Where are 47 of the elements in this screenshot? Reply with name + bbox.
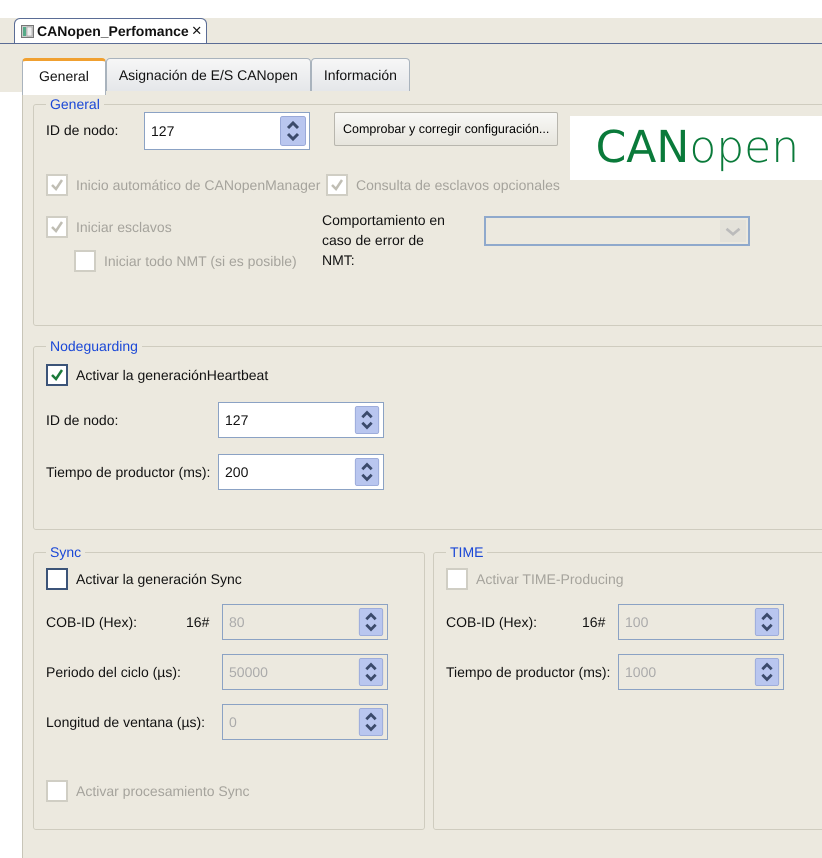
spin-button[interactable]	[354, 406, 380, 434]
checkbox-label: Inicio automático de CANopenManager	[76, 177, 320, 193]
checkbox[interactable]	[46, 364, 68, 386]
group-title: TIME	[449, 544, 484, 560]
spin-button[interactable]	[358, 658, 384, 686]
spin-button[interactable]	[754, 608, 780, 636]
field-label: Periodo del ciclo (µs):	[46, 664, 182, 680]
field-label: Comportamiento en caso de error de NMT:	[322, 211, 446, 270]
close-button[interactable]: ×	[192, 22, 202, 40]
spin-button[interactable]	[280, 116, 306, 146]
checkbox-label: Activar la generación Sync	[76, 571, 242, 587]
field-label: COB-ID (Hex):	[46, 614, 138, 630]
spin-button[interactable]	[358, 608, 384, 636]
hex-prefix: 16#	[186, 614, 210, 630]
checkmark-icon	[49, 177, 65, 193]
tab[interactable]: Información	[310, 58, 410, 91]
spin-button[interactable]	[358, 708, 384, 736]
spin-button[interactable]	[754, 658, 780, 686]
checkbox-label: Activar la generaciónHeartbeat	[76, 367, 268, 383]
device-icon	[21, 24, 34, 38]
checkbox[interactable]	[46, 568, 68, 590]
spin-button[interactable]	[354, 458, 380, 486]
document-tab[interactable]: CANopen_Perfomance ×	[14, 18, 207, 43]
tab[interactable]: Asignación de E/S CANopen	[106, 58, 311, 91]
field-label: COB-ID (Hex):	[446, 614, 538, 630]
field-label: ID de nodo:	[46, 121, 120, 138]
checkmark-icon	[49, 219, 65, 235]
checkbox-label: Iniciar esclavos	[76, 219, 172, 235]
checkbox-label: Iniciar todo NMT (si es posible)	[104, 253, 297, 269]
checkmark-icon	[329, 177, 345, 193]
field-label: Tiempo de productor (ms):	[46, 464, 212, 480]
group-title: Nodeguarding	[49, 338, 139, 354]
checkbox-label: Activar TIME-Producing	[476, 571, 624, 587]
field-label: ID de nodo:	[46, 412, 120, 428]
chevron-down-icon	[720, 220, 746, 242]
document-title: CANopen_Perfomance	[37, 23, 189, 39]
group-title: Sync	[49, 544, 82, 560]
canopen-logo: CANopen	[570, 116, 822, 180]
hex-prefix: 16#	[582, 614, 606, 630]
checkbox-label: Consulta de esclavos opcionales	[356, 177, 560, 193]
field-label: Tiempo de productor (ms):	[446, 664, 612, 680]
checkbox-label: Activar procesamiento Sync	[76, 783, 250, 799]
tab[interactable]: General	[22, 58, 106, 95]
check-config-button[interactable]: Comprobar y corregir configuración...	[334, 112, 558, 146]
checkmark-icon	[49, 367, 65, 383]
group-title: General	[49, 96, 101, 112]
field-label: Longitud de ventana (µs):	[46, 714, 206, 730]
